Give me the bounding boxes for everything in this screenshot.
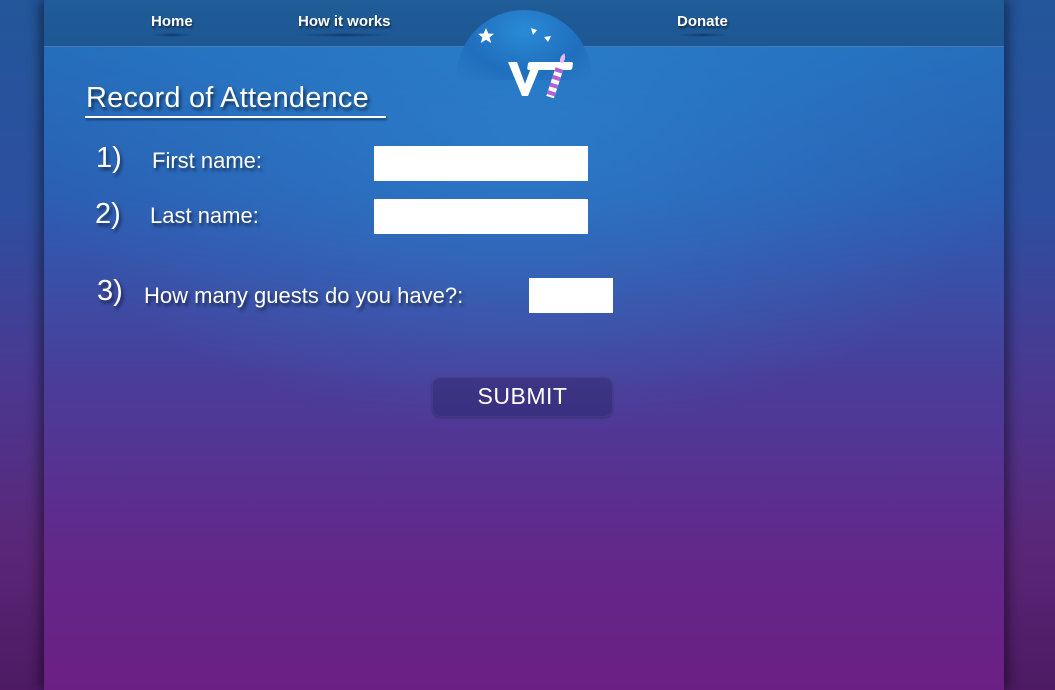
form-title-underline bbox=[85, 116, 386, 118]
nav-link-donate-shadow bbox=[677, 33, 728, 37]
submit-button[interactable]: SUBMIT bbox=[432, 377, 613, 417]
logo-letter-t-bar bbox=[527, 62, 573, 70]
nav-link-donate[interactable]: Donate bbox=[677, 13, 728, 37]
guest-count-label: How many guests do you have?: bbox=[144, 283, 464, 308]
nav-link-donate-label: Donate bbox=[677, 13, 728, 30]
sparkle-triangle-icon bbox=[531, 28, 537, 35]
nav-link-how-it-works-shadow bbox=[298, 33, 391, 37]
step-number-1: 1) bbox=[96, 142, 122, 174]
nav-link-how-it-works[interactable]: How it works bbox=[298, 13, 391, 37]
form-title: Record of Attendence bbox=[86, 82, 369, 114]
last-name-input[interactable] bbox=[374, 199, 588, 234]
star-icon bbox=[478, 28, 494, 43]
nav-link-how-it-works-label: How it works bbox=[298, 13, 391, 30]
nav-link-home-label: Home bbox=[151, 13, 193, 30]
candle-icon bbox=[546, 53, 566, 99]
last-name-label: Last name: bbox=[150, 203, 259, 228]
step-number-3: 3) bbox=[97, 275, 123, 307]
nav-link-home[interactable]: Home bbox=[151, 13, 193, 37]
nav-link-home-shadow bbox=[151, 33, 193, 37]
first-name-label: First name: bbox=[152, 148, 263, 173]
sparkle-triangle-icon-2 bbox=[544, 36, 551, 42]
step-number-2: 2) bbox=[95, 198, 121, 230]
logo-moon-candle-icon[interactable]: VT bbox=[476, 24, 586, 116]
guest-count-input[interactable] bbox=[529, 278, 613, 313]
first-name-input[interactable] bbox=[374, 146, 588, 181]
